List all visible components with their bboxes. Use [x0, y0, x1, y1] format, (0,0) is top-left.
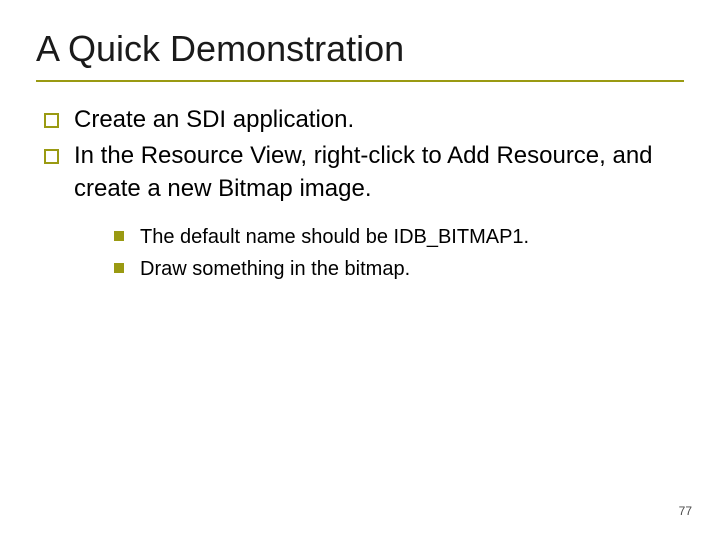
sub-bullet-text: Draw something in the bitmap.	[140, 258, 410, 280]
bullet-item: In the Resource View, right-click to Add…	[44, 140, 684, 283]
bullet-item: Create an SDI application.	[44, 104, 684, 136]
sub-bullet-item: The default name should be IDB_BITMAP1.	[114, 223, 684, 251]
slide-title: A Quick Demonstration	[36, 28, 684, 82]
inner-list: The default name should be IDB_BITMAP1. …	[74, 223, 684, 283]
bullet-text: In the Resource View, right-click to Add…	[74, 142, 653, 201]
sub-bullet-item: Draw something in the bitmap.	[114, 255, 684, 283]
outer-list: Create an SDI application. In the Resour…	[36, 104, 684, 283]
bullet-text: Create an SDI application.	[74, 106, 354, 133]
page-number: 77	[679, 504, 692, 518]
slide: A Quick Demonstration Create an SDI appl…	[0, 0, 720, 540]
sub-bullet-text: The default name should be IDB_BITMAP1.	[140, 226, 529, 248]
